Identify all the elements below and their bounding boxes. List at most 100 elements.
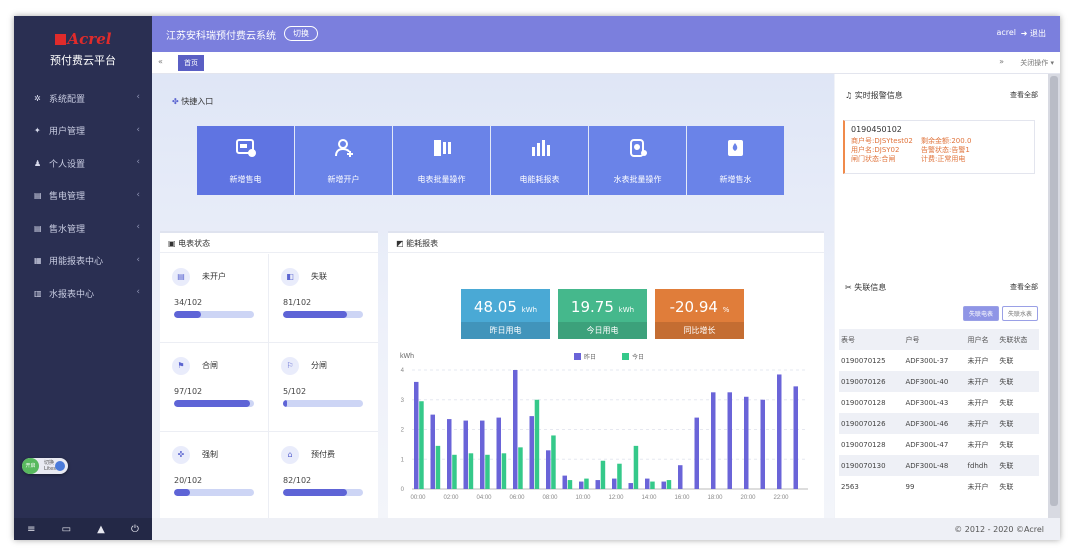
bar-今日-06:00 — [518, 447, 523, 489]
status-count: 34/102 — [174, 298, 203, 307]
bar-昨日-01:00 — [430, 414, 435, 489]
add-user-icon — [335, 139, 353, 157]
bar-昨日-20:00 — [744, 396, 749, 489]
lost-view-all-link[interactable]: 查看全部 — [1010, 282, 1038, 292]
bell-icon: ♫ — [845, 91, 855, 100]
footer: © 2012 - 2020 ©Acrel — [152, 518, 1060, 540]
system-title: 江苏安科瑞预付费云系统 — [166, 31, 276, 42]
monitor-icon[interactable]: ▭ — [62, 524, 71, 535]
sidebar-item-energy-reports[interactable]: ▦ 用能报表中心 ‹ — [14, 245, 152, 278]
status-count: 81/102 — [283, 298, 312, 307]
sidebar-item-water-reports[interactable]: ▥ 水报表中心 ‹ — [14, 277, 152, 310]
lost-connection-panel: ✂ 失联信息 查看全部 失联电表 失联水表 表号 户号 用户名 失联状态 019… — [835, 266, 1048, 518]
status-cell-unopened[interactable]: ▤ 未开户 34/102 — [160, 254, 269, 343]
quick-meter-batch-button[interactable]: 电表批量操作 — [393, 126, 490, 195]
unopened-icon: ▤ — [172, 268, 190, 286]
x-tick-label: 00:00 — [410, 495, 426, 501]
lost-power-meter-button[interactable]: 失联电表 — [962, 306, 999, 321]
table-row[interactable]: 0190070126 ADF300L-46 未开户 失联 — [839, 413, 1039, 434]
forced-icon: ✜ — [172, 446, 190, 464]
status-progress-bar — [283, 489, 363, 496]
gear-icon: ✲ — [34, 93, 41, 103]
status-cell-lost[interactable]: ◧ 失联 81/102 — [269, 254, 378, 343]
table-row[interactable]: 2563 99 未开户 失联 — [839, 476, 1039, 497]
kpi-label: 今日用电 — [558, 322, 647, 339]
status-cell-prepaid[interactable]: ⌂ 预付费 82/102 — [269, 432, 378, 518]
sidebar-item-personal-settings[interactable]: ♟ 个人设置 ‹ — [14, 147, 152, 180]
alarm-field: 计费:正常用电 — [921, 155, 966, 163]
status-count: 5/102 — [283, 387, 307, 396]
sidebar-item-label: 售水管理 — [49, 224, 86, 235]
sidebar-item-label: 用户管理 — [49, 127, 86, 138]
chevron-left-icon: ‹ — [136, 157, 140, 167]
table-icon: ▥ — [34, 288, 42, 298]
sidebar-item-power-sales[interactable]: ▤ 售电管理 ‹ — [14, 180, 152, 213]
switch-button[interactable]: 切换 — [284, 26, 318, 41]
x-tick-label: 10:00 — [575, 495, 591, 501]
menu-icon[interactable]: ≡ — [27, 524, 35, 535]
alarm-meter-id: 0190450102 — [851, 125, 902, 134]
x-tick-label: 12:00 — [608, 495, 624, 501]
table-row[interactable]: 0190070128 ADF300L-47 未开户 失联 — [839, 434, 1039, 455]
chart-icon: ◩ — [396, 239, 407, 248]
page-scrollbar[interactable] — [1048, 74, 1060, 518]
bar-今日-02:00 — [452, 454, 457, 489]
logout-button[interactable]: ➜ 退出 — [1021, 28, 1046, 39]
brand-logo: Acrel — [67, 30, 112, 48]
bar-今日-07:00 — [534, 399, 540, 489]
y-tick-label: 2 — [401, 428, 405, 434]
status-cell-open[interactable]: ⚐ 分闸 5/102 — [269, 343, 378, 432]
switch-off-icon: ⚐ — [281, 357, 299, 375]
bar-今日-15:00 — [666, 480, 672, 489]
version-toggle[interactable]: 开启 切换 Lites — [22, 458, 68, 474]
bar-昨日-19:00 — [727, 392, 732, 489]
platform-name: 预付费云平台 — [50, 54, 116, 67]
sidebar-item-label: 系统配置 — [49, 94, 86, 105]
sidebar-item-user-management[interactable]: ✦ 用户管理 ‹ — [14, 115, 152, 148]
close-operations-dropdown[interactable]: 关闭操作 ▾ — [1020, 58, 1054, 68]
status-cell-closed[interactable]: ⚑ 合闸 97/102 — [160, 343, 269, 432]
x-tick-label: 14:00 — [641, 495, 657, 501]
table-row[interactable]: 0190070125 ADF300L-37 未开户 失联 — [839, 350, 1039, 371]
bar-今日-08:00 — [551, 435, 556, 489]
bar-昨日-22:00 — [777, 374, 782, 489]
alarm-view-all-link[interactable]: 查看全部 — [1010, 90, 1038, 100]
quick-new-power-sale-button[interactable]: 新增售电 — [197, 126, 294, 195]
status-count: 82/102 — [283, 476, 312, 485]
sidebar: Acrel 预付费云平台 ✲ 系统配置 ‹ ✦ 用户管理 ‹ ♟ 个人设置 ‹ ▤ 售电管理 ‹… — [14, 16, 152, 540]
tab-scroll-left-icon[interactable]: « — [158, 57, 163, 66]
alarm-field: 闸门状态:合闸 — [851, 155, 896, 163]
scrollbar-thumb[interactable] — [1050, 76, 1058, 506]
tab-home[interactable]: 首页 — [178, 55, 204, 71]
quick-new-account-button[interactable]: 新增开户 — [295, 126, 392, 195]
power-icon[interactable]: ⏻ — [131, 524, 139, 535]
alarm-card[interactable]: 0190450102 商户号:DJSYtest02 剩余金额:200.0 用户名:… — [843, 120, 1035, 174]
sidebar-item-system-config[interactable]: ✲ 系统配置 ‹ — [14, 82, 152, 115]
lost-water-meter-button[interactable]: 失联水表 — [1001, 306, 1038, 321]
shortcut-icon: ✤ — [172, 97, 182, 106]
x-tick-label: 06:00 — [509, 495, 525, 501]
energy-bar-chart: kWh 0 1 2 3 4 00:00 02:00 04:00 06:00 08:00 10:00 12… — [400, 353, 808, 501]
status-progress-bar — [174, 311, 254, 318]
quick-water-batch-button[interactable]: 水表批量操作 — [589, 126, 686, 195]
bar-昨日-16:00 — [678, 465, 683, 489]
bar-昨日-04:00 — [480, 420, 485, 489]
sidebar-item-water-sales[interactable]: ▤ 售水管理 ‹ — [14, 212, 152, 245]
kpi-yoy: -20.94 % 同比增长 — [655, 289, 744, 339]
tab-scroll-right-icon[interactable]: » — [999, 57, 1004, 66]
table-row[interactable]: 0190070128 ADF300L-43 未开户 失联 — [839, 392, 1039, 413]
status-count: 20/102 — [174, 476, 203, 485]
table-row[interactable]: 0190070130 ADF300L-48 fdhdh 失联 — [839, 455, 1039, 476]
status-cell-forced[interactable]: ✜ 强制 20/102 — [160, 432, 269, 518]
table-row[interactable]: 0190070126 ADF300L-40 未开户 失联 — [839, 371, 1039, 392]
status-count: 97/102 — [174, 387, 203, 396]
lock-icon[interactable]: ▲ — [97, 524, 105, 535]
quick-energy-report-button[interactable]: 电能耗报表 — [491, 126, 588, 195]
x-tick-label: 16:00 — [674, 495, 690, 501]
kpi-value: -20.94 % — [669, 298, 730, 316]
status-name: 未开户 — [202, 272, 226, 281]
list-icon: ▤ — [34, 191, 42, 201]
bar-昨日-18:00 — [711, 392, 716, 489]
bar-今日-11:00 — [600, 460, 606, 489]
quick-new-water-sale-button[interactable]: 新增售水 — [687, 126, 784, 195]
